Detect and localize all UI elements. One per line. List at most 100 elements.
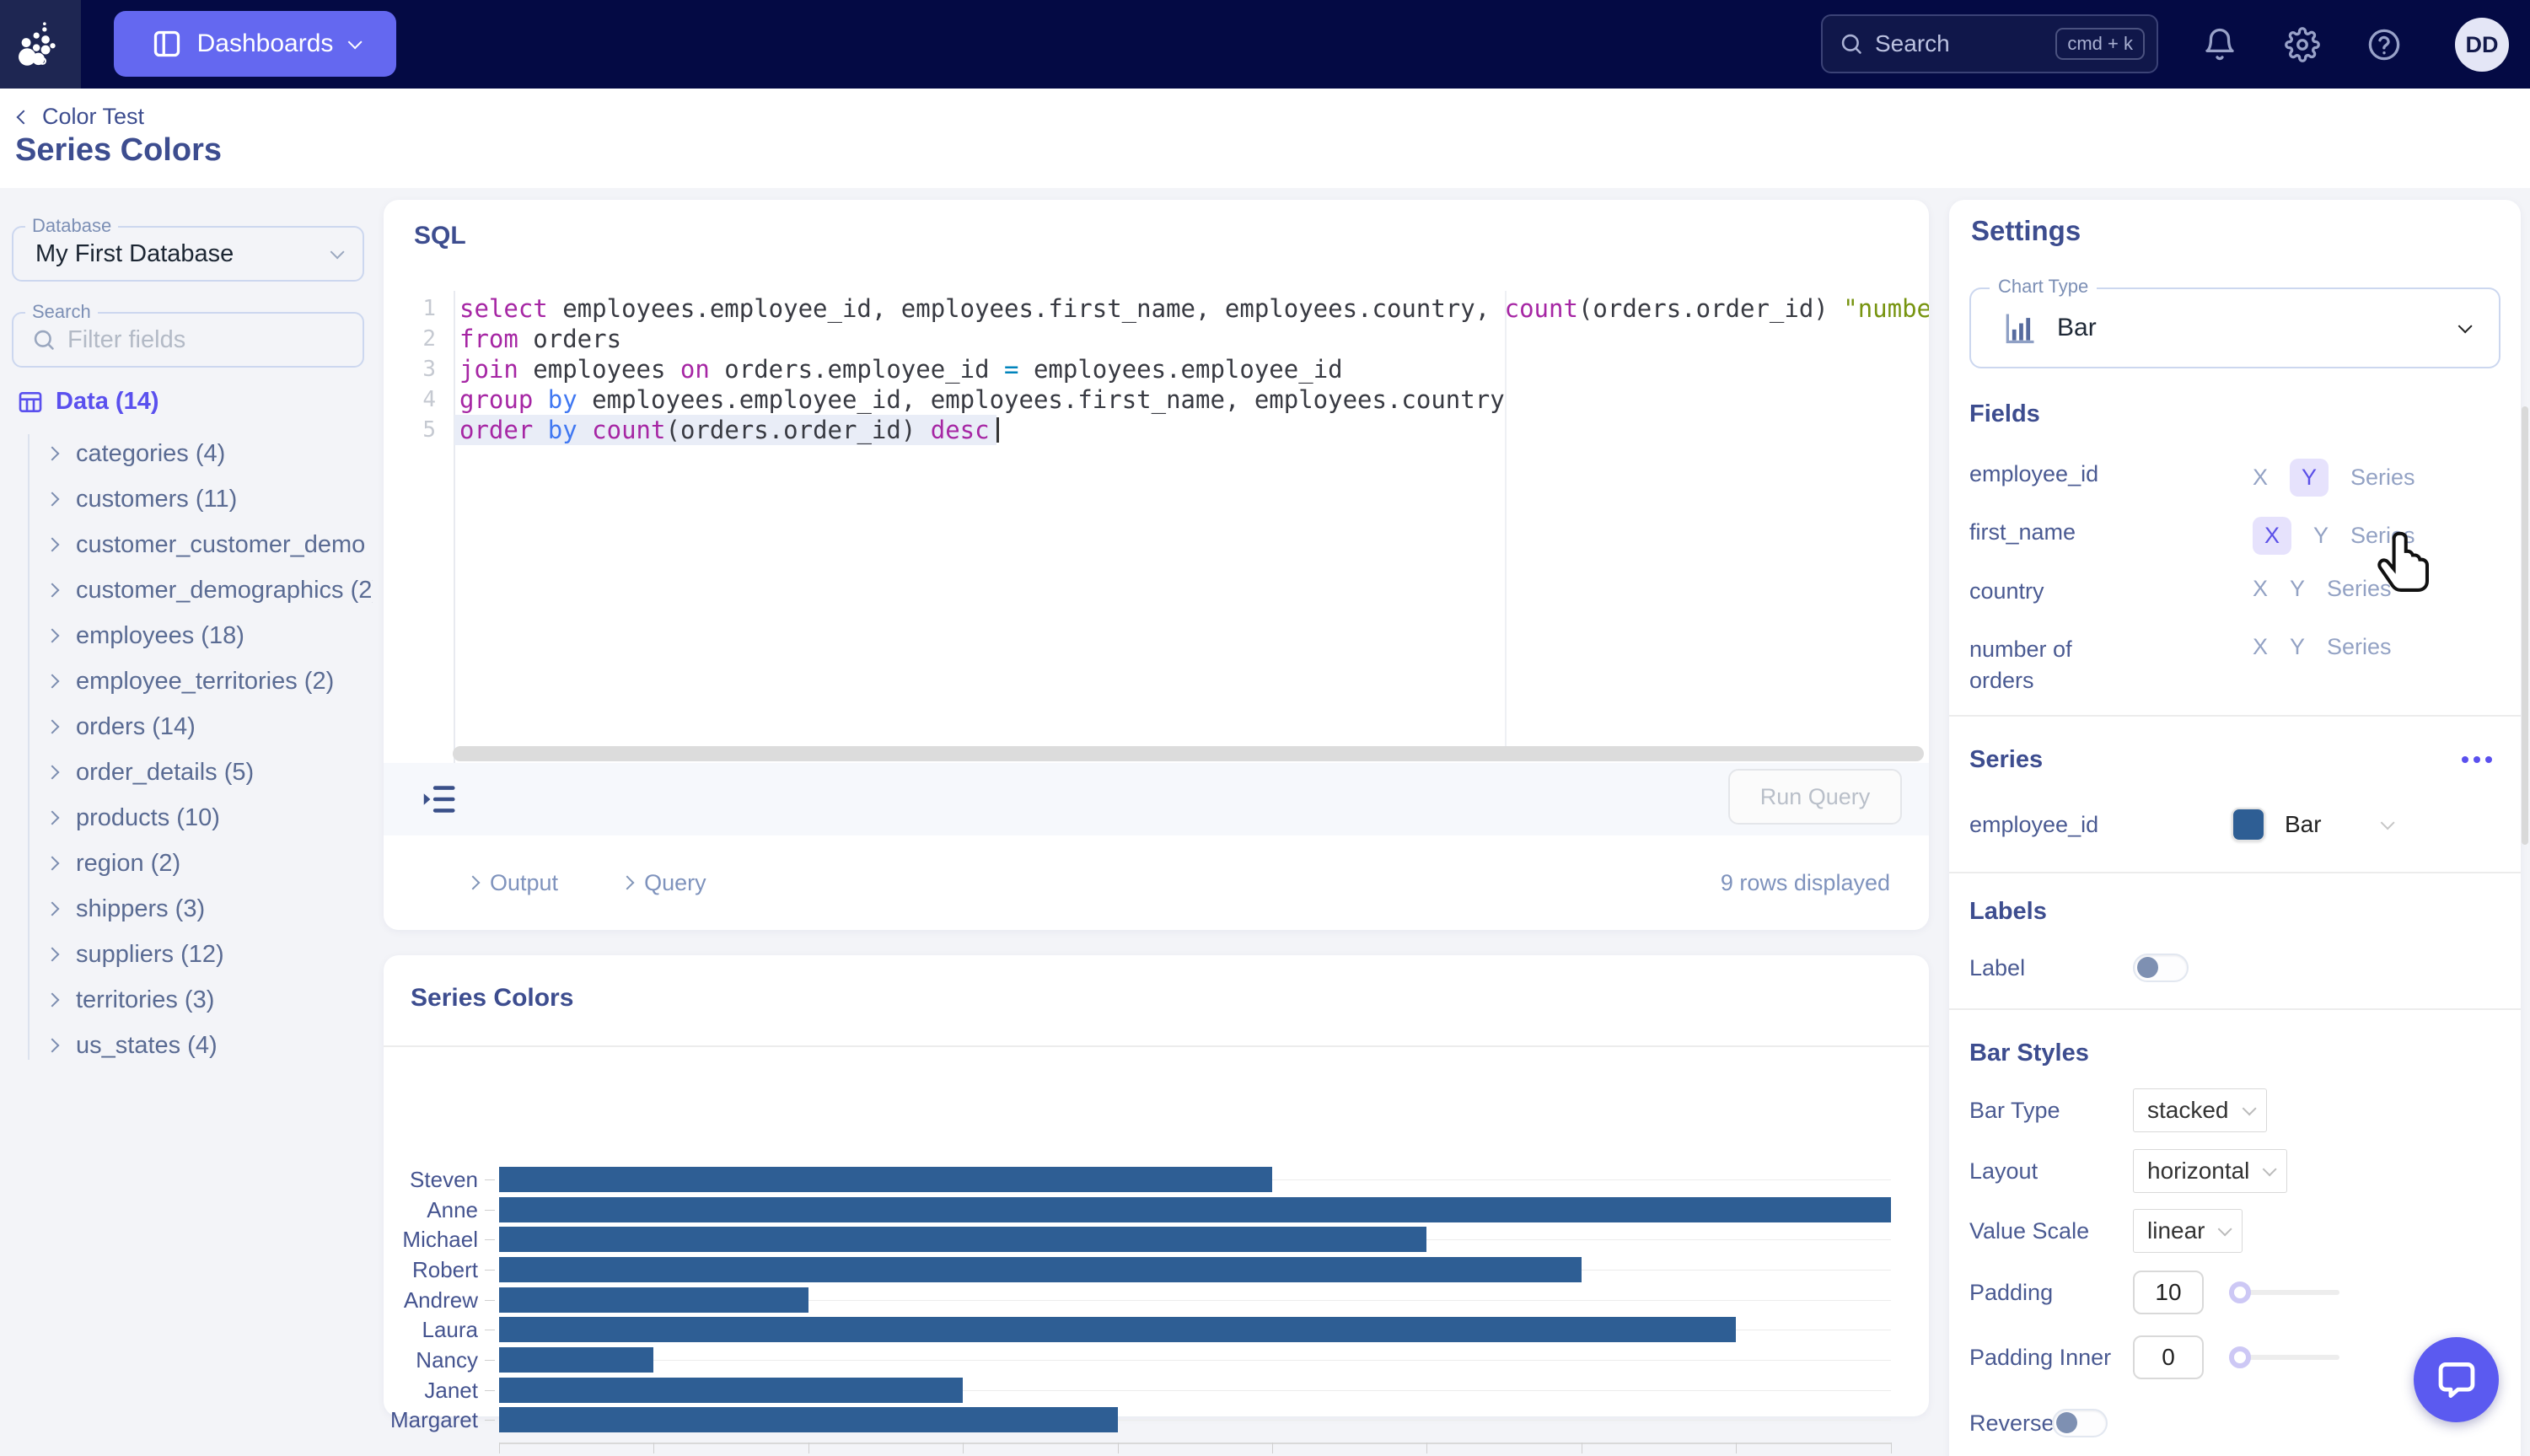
tab-output-label: Output	[490, 870, 558, 896]
sql-token: desc	[931, 416, 990, 444]
x-tick	[1736, 1443, 1737, 1453]
settings-scrollbar[interactable]	[2522, 406, 2528, 845]
x-tick	[499, 1443, 500, 1453]
bar-type-row: Bar Type stacked	[1949, 1088, 2521, 1133]
back-breadcrumb-link[interactable]: Color Test	[19, 104, 144, 130]
tree-item-table[interactable]: products (10)	[10, 795, 373, 841]
sql-token	[533, 385, 547, 414]
series-options-ellipsis-icon[interactable]	[2462, 756, 2492, 763]
value-scale-dropdown[interactable]: linear	[2133, 1209, 2243, 1253]
tree-item-table[interactable]: customer_customer_demo ...	[10, 522, 373, 567]
axis-option-series-button[interactable]: Series	[2327, 576, 2392, 602]
axis-assignment-buttons: XY Series	[2253, 576, 2392, 602]
settings-gear-icon[interactable]	[2285, 27, 2320, 62]
tab-output[interactable]: Output	[468, 870, 558, 896]
sql-token: by	[548, 416, 577, 444]
gridline	[499, 1360, 1891, 1361]
table-name-label: customer_customer_demo ...	[76, 531, 373, 559]
global-search-input[interactable]: Search cmd + k	[1821, 14, 2158, 73]
app-logo[interactable]	[0, 0, 81, 89]
help-icon[interactable]	[2366, 27, 2402, 62]
editor-horizontal-scrollbar[interactable]	[453, 746, 1924, 761]
sql-token: select	[459, 294, 548, 323]
axis-option-y-button[interactable]: Y	[2290, 459, 2329, 497]
table-grid-icon	[17, 389, 44, 416]
padding-row: Padding 10	[1949, 1270, 2521, 1315]
bar-type-dropdown[interactable]: stacked	[2133, 1088, 2267, 1132]
filter-fields-input[interactable]: Search Filter fields	[12, 312, 364, 368]
padding-inner-input[interactable]: 0	[2133, 1335, 2204, 1379]
reverse-toggle[interactable]	[2052, 1409, 2108, 1437]
padding-label: Padding	[1969, 1280, 2053, 1306]
layout-dropdown[interactable]: horizontal	[2133, 1149, 2287, 1193]
sql-token: orders	[518, 325, 621, 353]
category-label: Nancy	[384, 1347, 478, 1373]
tree-item-table[interactable]: customer_demographics (2)	[10, 567, 373, 613]
tree-item-table[interactable]: suppliers (12)	[10, 932, 373, 977]
label-toggle[interactable]	[2133, 954, 2189, 982]
axis-option-y-button[interactable]: Y	[2313, 523, 2329, 549]
series-row: employee_id Bar	[1949, 802, 2521, 847]
tree-item-table[interactable]: territories (3)	[10, 977, 373, 1023]
chart-type-select[interactable]: Chart Type Bar	[1969, 287, 2500, 368]
sql-panel-title: SQL	[414, 222, 466, 250]
tree-item-table[interactable]: region (2)	[10, 841, 373, 886]
chevron-right-icon	[46, 993, 60, 1007]
tree-item-table[interactable]: shippers (3)	[10, 886, 373, 932]
series-color-swatch[interactable]	[2232, 808, 2265, 841]
user-avatar[interactable]: DD	[2455, 18, 2509, 72]
run-query-button[interactable]: Run Query	[1728, 769, 1902, 825]
slider-knob[interactable]	[2229, 1281, 2251, 1303]
tree-item-table[interactable]: employee_territories (2)	[10, 658, 373, 704]
chart-title: Series Colors	[411, 984, 573, 1013]
sql-code-editor[interactable]: 12345 select employees.employee_id, empl…	[384, 291, 1929, 763]
database-select[interactable]: Database My First Database	[12, 226, 364, 282]
sql-token: employees	[518, 355, 680, 384]
bar-type-label: Bar Type	[1969, 1098, 2060, 1124]
axis-option-x-button[interactable]: X	[2253, 517, 2291, 555]
series-type-value[interactable]: Bar	[2285, 811, 2322, 838]
axis-option-series-button[interactable]: Series	[2350, 523, 2415, 549]
value-scale-row: Value Scale linear	[1949, 1208, 2521, 1254]
search-shortcut-badge: cmd + k	[2055, 28, 2145, 60]
axis-option-x-button[interactable]: X	[2253, 634, 2268, 660]
padding-inner-slider[interactable]	[2240, 1346, 2339, 1368]
tree-item-table[interactable]: employees (18)	[10, 613, 373, 658]
tree-item-table[interactable]: orders (14)	[10, 704, 373, 749]
padding-slider[interactable]	[2240, 1281, 2339, 1303]
sql-token: on	[680, 355, 710, 384]
data-tree-header[interactable]: Data (14)	[17, 388, 159, 416]
bar	[499, 1167, 1272, 1192]
axis-option-x-button[interactable]: X	[2253, 465, 2268, 491]
chevron-right-icon	[466, 876, 481, 890]
dashboards-button[interactable]: Dashboards	[114, 11, 396, 77]
tree-item-table[interactable]: customers (11)	[10, 476, 373, 522]
chevron-right-icon	[46, 857, 60, 871]
value-scale-label: Value Scale	[1969, 1218, 2089, 1244]
bar	[499, 1378, 963, 1403]
axis-option-series-button[interactable]: Series	[2327, 634, 2392, 660]
axis-option-y-button[interactable]: Y	[2290, 634, 2305, 660]
format-query-icon[interactable]	[419, 780, 458, 819]
tab-query[interactable]: Query	[622, 870, 706, 896]
tree-item-table[interactable]: us_states (4)	[10, 1023, 373, 1068]
sql-token: join	[459, 355, 518, 384]
y-tick	[485, 1270, 495, 1271]
notifications-bell-icon[interactable]	[2202, 27, 2237, 62]
axis-assignment-buttons: XY Series	[2253, 634, 2392, 660]
settings-title: Settings	[1971, 215, 2081, 247]
axis-option-series-button[interactable]: Series	[2350, 465, 2415, 491]
slider-knob[interactable]	[2229, 1346, 2251, 1368]
padding-input[interactable]: 10	[2133, 1271, 2204, 1314]
sql-token: "number of orders"	[1843, 294, 1929, 323]
tree-item-table[interactable]: categories (4)	[10, 431, 373, 476]
chevron-left-icon	[17, 110, 31, 124]
sql-token: =	[1004, 355, 1018, 384]
axis-option-y-button[interactable]: Y	[2290, 576, 2305, 602]
chevron-right-icon	[46, 629, 60, 643]
sql-token: employees.employee_id	[1019, 355, 1343, 384]
axis-option-x-button[interactable]: X	[2253, 576, 2268, 602]
chevron-right-icon	[46, 948, 60, 962]
support-chat-button[interactable]	[2414, 1337, 2499, 1422]
tree-item-table[interactable]: order_details (5)	[10, 749, 373, 795]
